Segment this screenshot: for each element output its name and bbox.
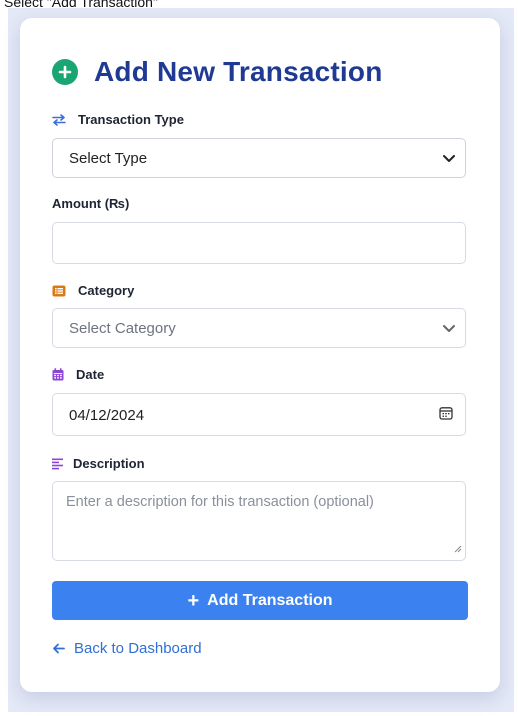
transaction-type-label-text: Transaction Type	[78, 112, 184, 127]
form-header: Add New Transaction	[52, 56, 383, 88]
description-textarea[interactable]: Enter a description for this transaction…	[52, 481, 466, 561]
arrow-left-icon	[52, 643, 65, 654]
add-transaction-button[interactable]: + Add Transaction	[52, 581, 468, 620]
transaction-type-value: Select Type	[69, 150, 148, 167]
category-label-text: Category	[78, 283, 135, 298]
align-left-icon	[52, 458, 64, 470]
calendar-icon	[52, 368, 64, 381]
description-label: Description	[52, 456, 145, 471]
swap-arrows-icon	[52, 113, 66, 126]
list-icon	[52, 285, 66, 297]
date-label-text: Date	[76, 367, 105, 382]
amount-label-text: Amount (₨)	[52, 196, 130, 211]
date-input[interactable]: 04/12/2024	[52, 393, 466, 436]
category-value: Select Category	[69, 320, 176, 337]
transaction-type-label: Transaction Type	[52, 112, 184, 127]
description-placeholder: Enter a description for this transaction…	[66, 494, 374, 510]
transaction-type-select[interactable]: Select Type	[52, 138, 466, 178]
amount-label: Amount (₨)	[52, 196, 129, 211]
chevron-down-icon	[443, 150, 455, 167]
date-value: 04/12/2024	[69, 407, 145, 424]
back-to-dashboard-link[interactable]: Back to Dashboard	[52, 640, 202, 657]
transaction-form-card: Add New Transaction Transaction Type Sel…	[20, 18, 500, 692]
plus-circle-icon	[52, 59, 78, 85]
category-select[interactable]: Select Category	[52, 308, 466, 348]
plus-icon: +	[187, 589, 200, 612]
amount-input[interactable]	[52, 222, 466, 264]
date-label: Date	[52, 367, 104, 382]
calendar-picker-icon[interactable]	[439, 406, 453, 424]
back-to-dashboard-label: Back to Dashboard	[74, 640, 202, 657]
description-label-text: Description	[73, 456, 145, 471]
resize-handle-icon[interactable]	[454, 540, 462, 557]
page-title: Add New Transaction	[94, 56, 383, 87]
chevron-down-icon	[443, 320, 455, 337]
category-label: Category	[52, 283, 134, 298]
add-transaction-button-label: Add Transaction	[207, 591, 333, 609]
